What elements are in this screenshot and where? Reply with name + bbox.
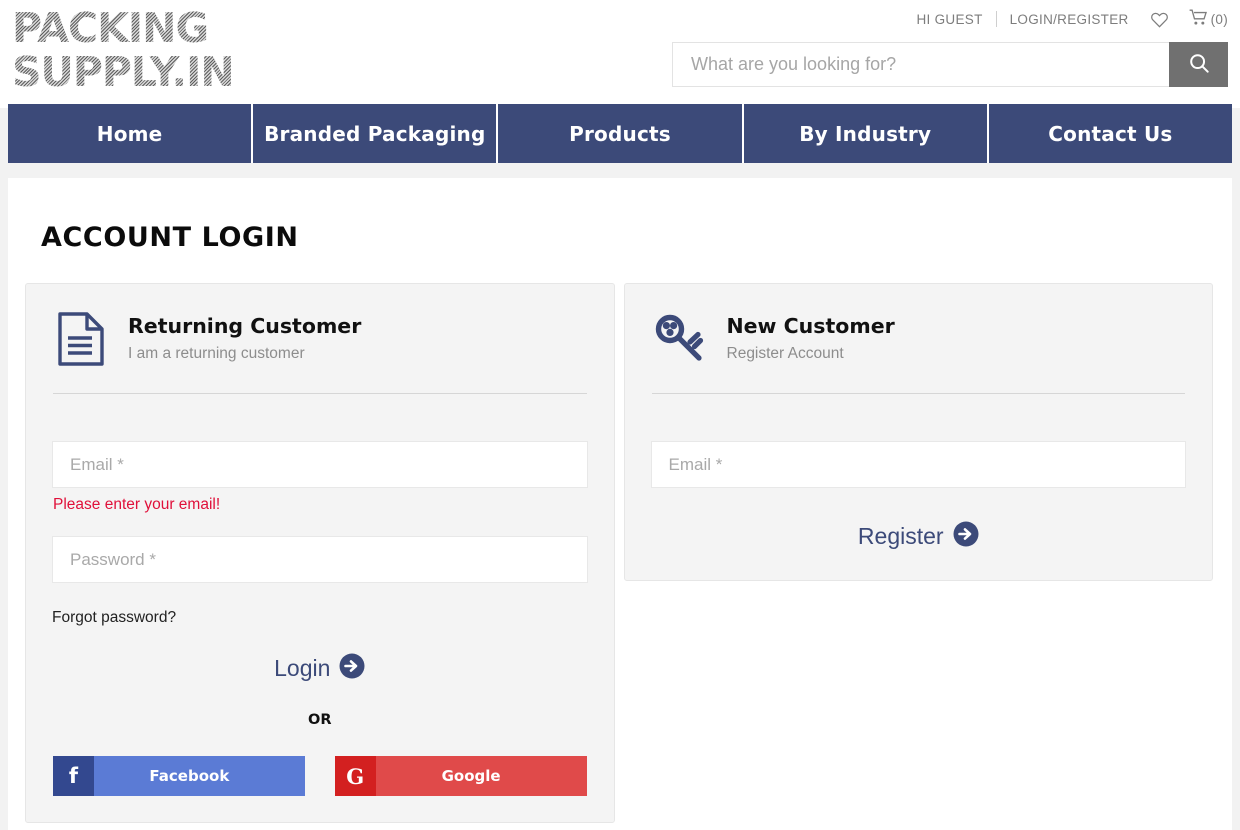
search-bar [672,42,1228,87]
register-button-label: Register [857,523,944,549]
google-login-button[interactable]: G Google [334,756,587,796]
cart-count: (0) [1210,11,1228,27]
facebook-login-label: Facebook [149,767,230,785]
register-button[interactable]: Register [651,521,1187,552]
login-register-link[interactable]: LOGIN/REGISTER [997,12,1142,27]
nav-item-home[interactable]: Home [8,104,254,163]
arrow-circle-right-icon [953,521,979,552]
new-customer-divider [651,393,1185,394]
new-customer-title: New Customer [726,314,895,338]
cart-icon [1189,9,1208,29]
login-password-input[interactable] [52,536,588,583]
social-login-row: f Facebook G Google [52,756,588,796]
google-login-label: Google [441,767,501,785]
login-button-label: Login [274,655,331,681]
login-button[interactable]: Login [52,653,588,684]
returning-customer-panel: Returning Customer I am a returning cust… [25,283,615,823]
login-panels: Returning Customer I am a returning cust… [25,283,1213,823]
register-email-input[interactable] [650,441,1186,488]
heart-icon[interactable] [1142,11,1177,28]
search-button[interactable] [1169,42,1228,87]
google-g-icon: G [334,756,376,796]
header-utility-links: HI GUEST LOGIN/REGISTER (0) [903,9,1230,29]
new-customer-subtitle: Register Account [726,345,844,362]
returning-customer-subtitle: I am a returning customer [128,345,305,362]
forgot-password-link[interactable]: Forgot password? [52,609,176,627]
nav-item-products[interactable]: Products [498,104,744,163]
site-header: PACKING SUPPLY.IN HI GUEST LOGIN/REGISTE… [0,0,1240,108]
document-icon [54,311,108,367]
login-email-input[interactable] [52,441,588,488]
nav-item-contact-us[interactable]: Contact Us [989,104,1232,163]
nav-item-branded-packaging[interactable]: Branded Packaging [253,104,499,163]
new-customer-header: New Customer Register Account [651,309,1187,367]
new-customer-panel: New Customer Register Account Register [623,283,1213,581]
facebook-f-icon: f [53,756,94,796]
main-navigation: Home Branded Packaging Products By Indus… [8,104,1232,163]
nav-item-by-industry[interactable]: By Industry [744,104,989,163]
arrow-circle-right-icon [339,653,365,684]
login-email-error: Please enter your email! [53,496,221,513]
site-logo[interactable]: PACKING SUPPLY.IN [12,6,244,94]
returning-customer-header: Returning Customer I am a returning cust… [52,309,588,367]
cart-link[interactable]: (0) [1177,9,1230,29]
new-customer-titles: New Customer Register Account [727,309,895,363]
content-card: ACCOUNT LOGIN Returning Customer I am a … [8,178,1232,830]
or-separator: OR [308,712,332,728]
search-input[interactable] [672,42,1169,87]
returning-customer-titles: Returning Customer I am a returning cust… [128,309,361,363]
facebook-login-button[interactable]: f Facebook [53,756,305,796]
search-icon [1188,52,1210,77]
returning-customer-title: Returning Customer [128,314,362,338]
page-title: ACCOUNT LOGIN [41,222,299,253]
key-icon [653,311,707,367]
returning-customer-divider [53,393,587,394]
greeting-text: HI GUEST [916,11,983,27]
